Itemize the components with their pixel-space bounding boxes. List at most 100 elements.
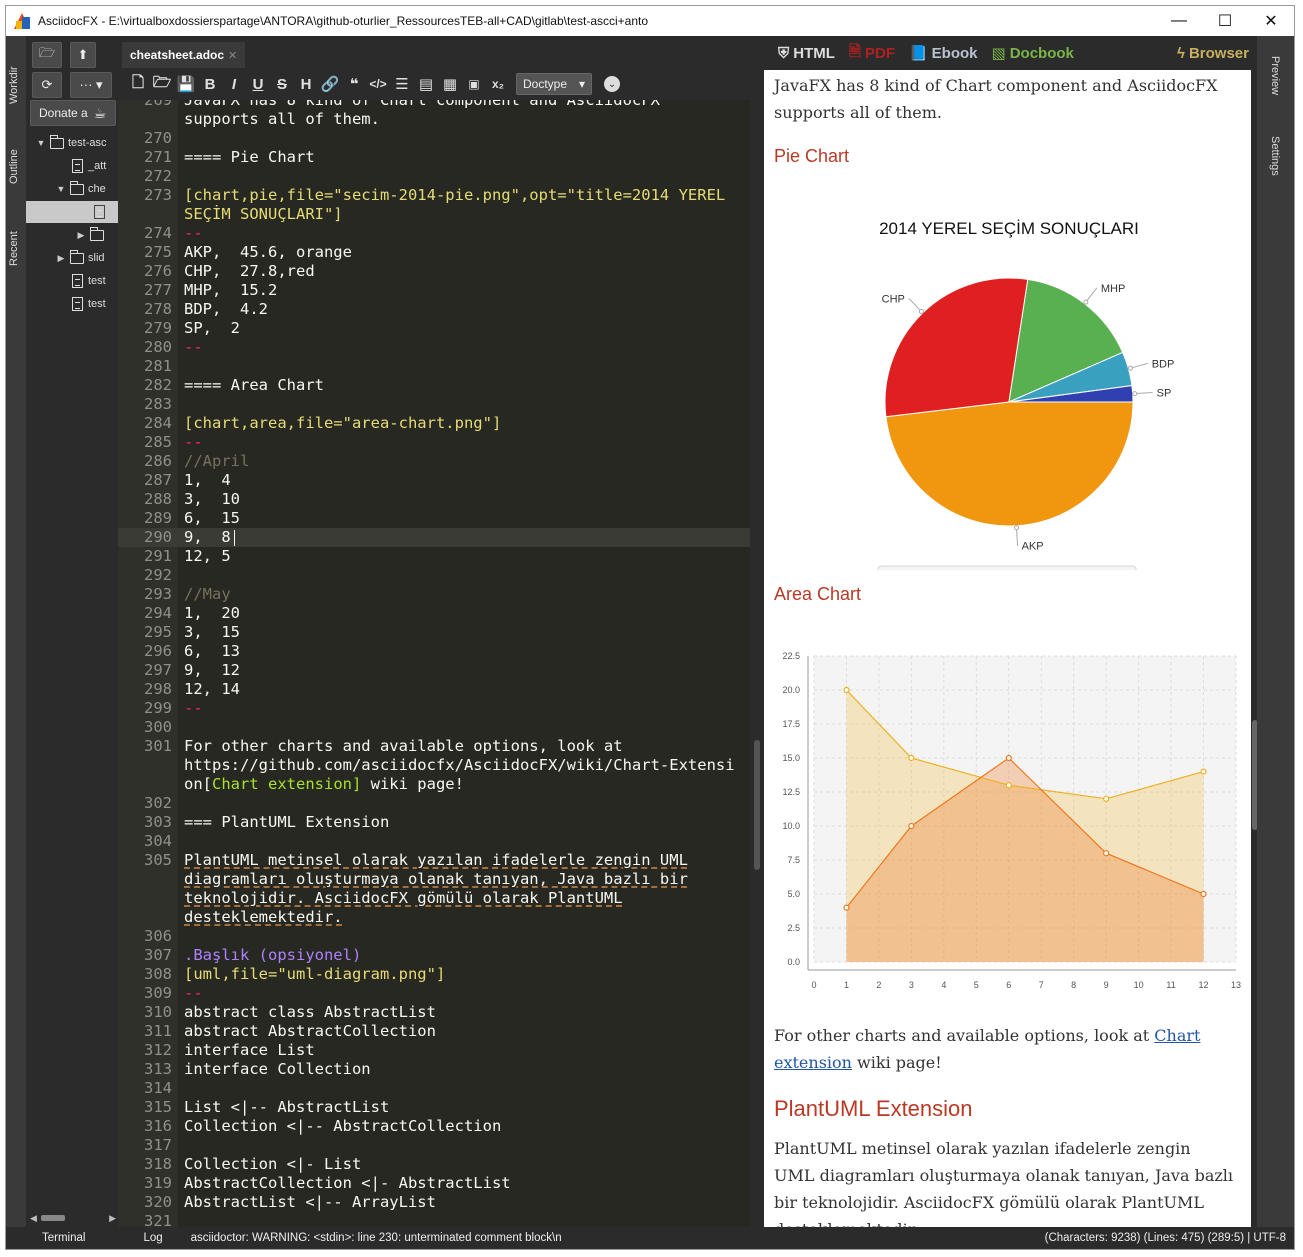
area-chart: 0 1 2 3 4 5 6 7 8 9 10 11 12 130.02.55.07.510.012.515… — [782, 651, 1241, 990]
tab-cheatsheet[interactable]: cheatsheet.adoc ✕ — [122, 42, 246, 68]
line-number: 295 — [144, 623, 172, 641]
go-up-button[interactable]: ⬆ — [70, 42, 96, 68]
line-number: 288 — [144, 490, 172, 508]
settings-side-tab[interactable]: Settings — [1269, 136, 1281, 176]
subscript-icon[interactable]: ▣ — [464, 74, 484, 94]
list-icon[interactable]: ☰ — [392, 74, 412, 94]
outline-tab[interactable]: Outline — [8, 134, 24, 184]
line-text: SEÇİM SONUÇLARI"] — [184, 205, 343, 223]
line-text: [chart,pie,file="secim-2014-pie.png",opt… — [184, 186, 726, 204]
docbook-icon: ▧ — [991, 45, 1006, 62]
folder-open-icon[interactable]: 🗁 — [152, 74, 172, 94]
log-tab[interactable]: Log — [99, 1232, 176, 1244]
workdir-tab[interactable]: Workdir — [8, 44, 24, 104]
donate-button[interactable]: Donate a ☕ — [30, 100, 116, 126]
refresh-button[interactable]: ⟳ — [32, 72, 62, 98]
close-icon[interactable]: ✕ — [228, 49, 237, 62]
tree-item-label: test — [88, 275, 106, 287]
tab-label: cheatsheet.adoc — [130, 48, 225, 62]
tree-item-folder[interactable]: ▼ test-asc — [26, 132, 118, 154]
underline-icon[interactable]: U — [248, 74, 268, 94]
file-new-icon[interactable]: 🗋 — [128, 74, 148, 94]
preview-side-tab[interactable]: Preview — [1269, 56, 1281, 95]
code-editor[interactable]: 269 JavaFX has 8 kind of Chart component … — [118, 100, 750, 1227]
table-icon[interactable]: ▤ — [416, 74, 436, 94]
tab-ebook[interactable]: 📘 Ebook — [909, 44, 978, 63]
line-number: 287 — [144, 471, 172, 489]
line-text: JavaFX has 8 kind of Chart component and… — [184, 100, 660, 109]
minimize-button[interactable]: — — [1156, 6, 1202, 36]
recent-tab[interactable]: Recent — [8, 216, 24, 266]
preview-pane: ⛨ HTML 🗎 PDF 📘 Ebook ▧ Docbook ϟ Browser Java… — [764, 36, 1259, 1227]
close-button[interactable]: ✕ — [1248, 6, 1294, 36]
image-icon[interactable]: ▦ — [440, 74, 460, 94]
bold-icon[interactable]: B — [200, 74, 220, 94]
line-number: 291 — [144, 547, 172, 565]
tab-docbook[interactable]: ▧ Docbook — [991, 44, 1074, 63]
data-point — [1103, 795, 1110, 802]
code-line: 282 ==== Area Chart — [118, 376, 750, 395]
code-line: 271 ==== Pie Chart — [118, 148, 750, 167]
options-chevron-icon[interactable]: ⌄ — [604, 76, 620, 92]
italic-icon[interactable]: I — [224, 74, 244, 94]
code-line: 317 — [118, 1136, 750, 1155]
tree-item-folder[interactable]: ▶ slid — [26, 247, 118, 269]
pie-label-dot — [1127, 365, 1133, 371]
code-line: 277 MHP, 15.2 — [118, 281, 750, 300]
scroll-right-icon[interactable]: ▶ — [109, 1213, 116, 1224]
doctype-select[interactable]: Doctype ▾ — [516, 73, 592, 95]
chevron-right-icon[interactable]: ▶ — [76, 230, 86, 241]
superscript-icon[interactable]: x₂ — [488, 74, 508, 94]
line-number: 299 — [144, 699, 172, 717]
maximize-button[interactable]: ☐ — [1202, 6, 1248, 36]
tab-browser[interactable]: ϟ Browser — [1177, 45, 1249, 62]
tree-item-file[interactable]: test — [26, 270, 118, 292]
code-line: 310 abstract class AbstractList — [118, 1003, 750, 1022]
line-number: 313 — [144, 1060, 172, 1078]
chevron-down-icon[interactable]: ▼ — [56, 184, 66, 194]
save-icon[interactable]: 💾 — [176, 74, 196, 94]
open-folder-button[interactable]: 🗁 — [32, 42, 62, 68]
chevron-right-icon[interactable]: ▶ — [56, 253, 66, 264]
code-line: 278 BDP, 4.2 — [118, 300, 750, 319]
line-number: 296 — [144, 642, 172, 660]
line-number: 279 — [144, 319, 172, 337]
code-line: 320 AbstractList <|-- ArrayList — [118, 1193, 750, 1212]
link-icon[interactable]: 🔗 — [320, 74, 340, 94]
app-window: AsciidocFX - E:\virtualboxdossierspartag… — [5, 5, 1295, 1250]
quote-icon[interactable]: ❝ — [344, 74, 364, 94]
code-line: 315 List <|-- AbstractList — [118, 1098, 750, 1117]
tree-item-pdf[interactable]: test — [26, 293, 118, 315]
scroll-thumb[interactable] — [754, 740, 760, 870]
more-menu-button[interactable]: ··· ▾ — [70, 72, 112, 98]
refresh-icon: ⟳ — [41, 77, 53, 92]
line-text: 6, 13 — [184, 642, 240, 660]
text-caret — [234, 530, 235, 546]
line-number: 282 — [144, 376, 172, 394]
line-text: on[Chart extension] wiki page! — [184, 775, 464, 793]
line-number: 318 — [144, 1155, 172, 1173]
tree-item-label: test — [88, 298, 106, 310]
tree-horizontal-scrollbar[interactable]: ◀ ▶ — [30, 1213, 116, 1223]
strikethrough-icon[interactable]: S — [272, 74, 292, 94]
scroll-thumb[interactable] — [40, 1215, 65, 1221]
heading-icon[interactable]: H — [296, 74, 316, 94]
paragraph-text: For other charts and available options, … — [774, 1026, 1155, 1045]
code-icon[interactable]: </> — [368, 74, 388, 94]
line-number: 301 — [144, 737, 172, 755]
tab-html[interactable]: ⛨ HTML — [778, 45, 835, 62]
terminal-tab[interactable]: Terminal — [6, 1232, 99, 1244]
tab-pdf[interactable]: 🗎 PDF — [849, 41, 895, 66]
line-text: https://github.com/asciidocfx/AsciidocFX… — [184, 756, 735, 774]
data-point — [843, 686, 850, 694]
editor-vertical-scrollbar[interactable] — [750, 100, 764, 1227]
scroll-left-icon[interactable]: ◀ — [30, 1213, 37, 1224]
code-line: 304 — [118, 832, 750, 851]
code-line: 297 9, 12 — [118, 661, 750, 680]
tree-item-folder[interactable]: ▼ che — [26, 178, 118, 200]
tree-item-folder[interactable]: ▶ — [26, 224, 118, 246]
tree-item-file-selected[interactable] — [26, 201, 118, 223]
code-line: 279 SP, 2 — [118, 319, 750, 338]
chevron-down-icon[interactable]: ▼ — [36, 138, 46, 148]
tree-item-file[interactable]: _att — [26, 155, 118, 177]
